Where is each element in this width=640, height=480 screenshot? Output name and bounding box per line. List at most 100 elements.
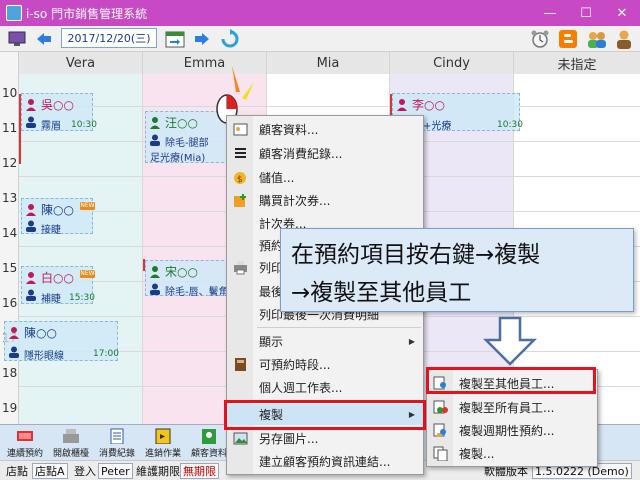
menu-separator bbox=[257, 327, 421, 328]
svg-text:$: $ bbox=[237, 175, 243, 185]
register-icon bbox=[63, 429, 79, 443]
new-customer-badge: NEW bbox=[80, 202, 95, 210]
appointment-card[interactable]: 吳○○ 霧眉 10:30 bbox=[21, 93, 97, 132]
appointment-service: 接睫 bbox=[41, 225, 61, 236]
appointment-service: 隱形眼線 bbox=[24, 351, 64, 362]
record-icon bbox=[110, 428, 124, 444]
maintenance-label: 維護期限 bbox=[136, 465, 180, 478]
appointment-card[interactable]: 白○○ NEW 補睫 15:30 bbox=[21, 266, 95, 305]
alarm-clock-button[interactable] bbox=[528, 29, 552, 49]
booking-icon bbox=[17, 431, 33, 441]
hour-label: 18 bbox=[2, 366, 18, 380]
window-controls: — ☐ ✕ bbox=[532, 0, 640, 26]
appointment-customer: 白○○ bbox=[41, 271, 74, 285]
prev-day-button[interactable] bbox=[34, 29, 54, 49]
staff-header-vera[interactable]: Vera bbox=[19, 52, 143, 74]
close-button[interactable]: ✕ bbox=[604, 0, 640, 26]
hour-label: 10 bbox=[2, 86, 18, 100]
hour-label: 19 bbox=[2, 401, 18, 415]
customer-female-icon bbox=[9, 327, 19, 339]
open-counter-button[interactable]: 開啟櫃檯 bbox=[48, 427, 94, 459]
appointment-service: 除毛-唇、鬢角 bbox=[165, 287, 229, 298]
alarm-clock-icon bbox=[531, 30, 549, 48]
staff-header-cindy[interactable]: Cindy bbox=[390, 52, 514, 74]
hour-label: 13 bbox=[2, 191, 18, 205]
title-bar: i-so 門市銷售管理系統 — ☐ ✕ bbox=[0, 0, 640, 26]
staff-icon bbox=[26, 220, 36, 232]
menu-item-display[interactable]: 顯示 ▶ bbox=[227, 331, 423, 352]
appointment-service-extra: 足光療(Mia) bbox=[150, 153, 206, 164]
printer-icon bbox=[234, 261, 247, 275]
submenu-item-copy-recurring[interactable]: 複製週期性預約... bbox=[427, 420, 597, 441]
staff-icon bbox=[150, 283, 160, 295]
appointment-card[interactable]: 宋○○ 除毛-唇、鬢角 bbox=[145, 260, 229, 298]
button-label: 顧客資料 bbox=[190, 449, 227, 459]
appointment-card[interactable]: 陳○○ 隱形眼線 17:00 bbox=[4, 321, 119, 362]
customer-female-icon bbox=[26, 272, 36, 284]
blogger-icon bbox=[559, 30, 577, 48]
menu-item-weekly-worksheet[interactable]: 個人週工作表... bbox=[227, 377, 423, 398]
arrow-right-icon bbox=[195, 33, 209, 45]
store-label: 店點 bbox=[6, 465, 28, 478]
user-button[interactable] bbox=[612, 29, 636, 49]
appointment-customer: 宋○○ bbox=[165, 265, 198, 279]
appointment-service: 霧眉 bbox=[41, 121, 61, 132]
consumption-record-button[interactable]: 消費紀錄 bbox=[94, 427, 140, 459]
menu-item-consumption-record[interactable]: 顧客消費紀錄... bbox=[227, 143, 423, 164]
menu-item-available-slots[interactable]: 可預約時段... bbox=[227, 354, 423, 375]
appointment-time: 10:30 bbox=[497, 120, 523, 130]
menu-item-create-link[interactable]: 建立顧客預約資訊連結... bbox=[227, 451, 423, 472]
appointment-customer: 吳○○ bbox=[41, 98, 74, 112]
highlight-copy-item bbox=[224, 400, 426, 430]
customer-female-icon bbox=[26, 204, 36, 216]
user-icon bbox=[617, 30, 631, 49]
inventory-icon bbox=[155, 428, 171, 444]
appointment-service: 補睫 bbox=[41, 294, 61, 305]
inventory-button[interactable]: 進銷作業 bbox=[140, 427, 186, 459]
minimize-button[interactable]: — bbox=[532, 0, 568, 26]
blogger-button[interactable] bbox=[556, 29, 580, 49]
maintenance-value: 無期限 bbox=[180, 463, 219, 479]
copy-recurring-icon bbox=[433, 423, 446, 437]
new-customer-badge: NEW bbox=[80, 270, 95, 278]
add-ticket-icon bbox=[234, 194, 246, 207]
callout-line-2: →複製至其他員工 bbox=[291, 280, 472, 306]
appointment-service: 除毛-腿部 bbox=[165, 138, 209, 149]
copy-doc-icon bbox=[433, 446, 448, 461]
appointment-customer: 汪○○ bbox=[165, 116, 198, 130]
hour-line bbox=[19, 106, 640, 107]
store-value: 店點A bbox=[32, 463, 68, 479]
customer-male-icon bbox=[150, 266, 160, 278]
calendar-goto-icon bbox=[165, 31, 185, 48]
login-value: Peter bbox=[98, 463, 133, 479]
down-arrow-icon bbox=[482, 316, 538, 366]
coins-icon: $ bbox=[234, 172, 246, 185]
hour-label: 15 bbox=[2, 261, 18, 275]
today-button[interactable] bbox=[164, 29, 186, 49]
staff-header-unassigned[interactable]: 未指定 bbox=[514, 52, 640, 74]
staff-icon bbox=[9, 346, 19, 358]
maximize-button[interactable]: ☐ bbox=[568, 0, 604, 26]
continuous-booking-button[interactable]: 連續預約 bbox=[2, 427, 48, 459]
submenu-item-copy[interactable]: 複製... bbox=[427, 443, 597, 464]
monitor-icon bbox=[8, 31, 26, 46]
refresh-button[interactable] bbox=[218, 29, 242, 49]
window-title: i-so 門市銷售管理系統 bbox=[26, 6, 148, 21]
app-icon bbox=[6, 5, 22, 21]
menu-item-save-image[interactable]: 另存圖片... bbox=[227, 428, 423, 449]
next-day-button[interactable] bbox=[192, 29, 212, 49]
menu-item-stored-value[interactable]: $ 儲值... bbox=[227, 167, 423, 188]
appointment-card[interactable]: 陳○○ NEW 接睫 bbox=[21, 198, 95, 236]
staff-header-mia[interactable]: Mia bbox=[267, 52, 390, 74]
hour-label: 11 bbox=[2, 121, 18, 135]
instruction-callout: 在預約項目按右鍵→複製 →複製至其他員工 bbox=[280, 228, 634, 312]
date-picker[interactable]: 2017/12/20(三) bbox=[61, 28, 157, 48]
button-label: 連續預約 bbox=[6, 449, 43, 459]
submenu-item-copy-to-all[interactable]: 複製至所有員工... bbox=[427, 397, 597, 418]
staff-group-button[interactable] bbox=[584, 29, 610, 49]
menu-item-customer-data[interactable]: 顧客資料... bbox=[227, 119, 423, 140]
menu-item-buy-ticket[interactable]: 購買計次券... bbox=[227, 190, 423, 211]
customer-data-icon bbox=[202, 429, 216, 444]
monitor-button[interactable] bbox=[6, 29, 28, 49]
hour-label: 16 bbox=[2, 296, 18, 310]
